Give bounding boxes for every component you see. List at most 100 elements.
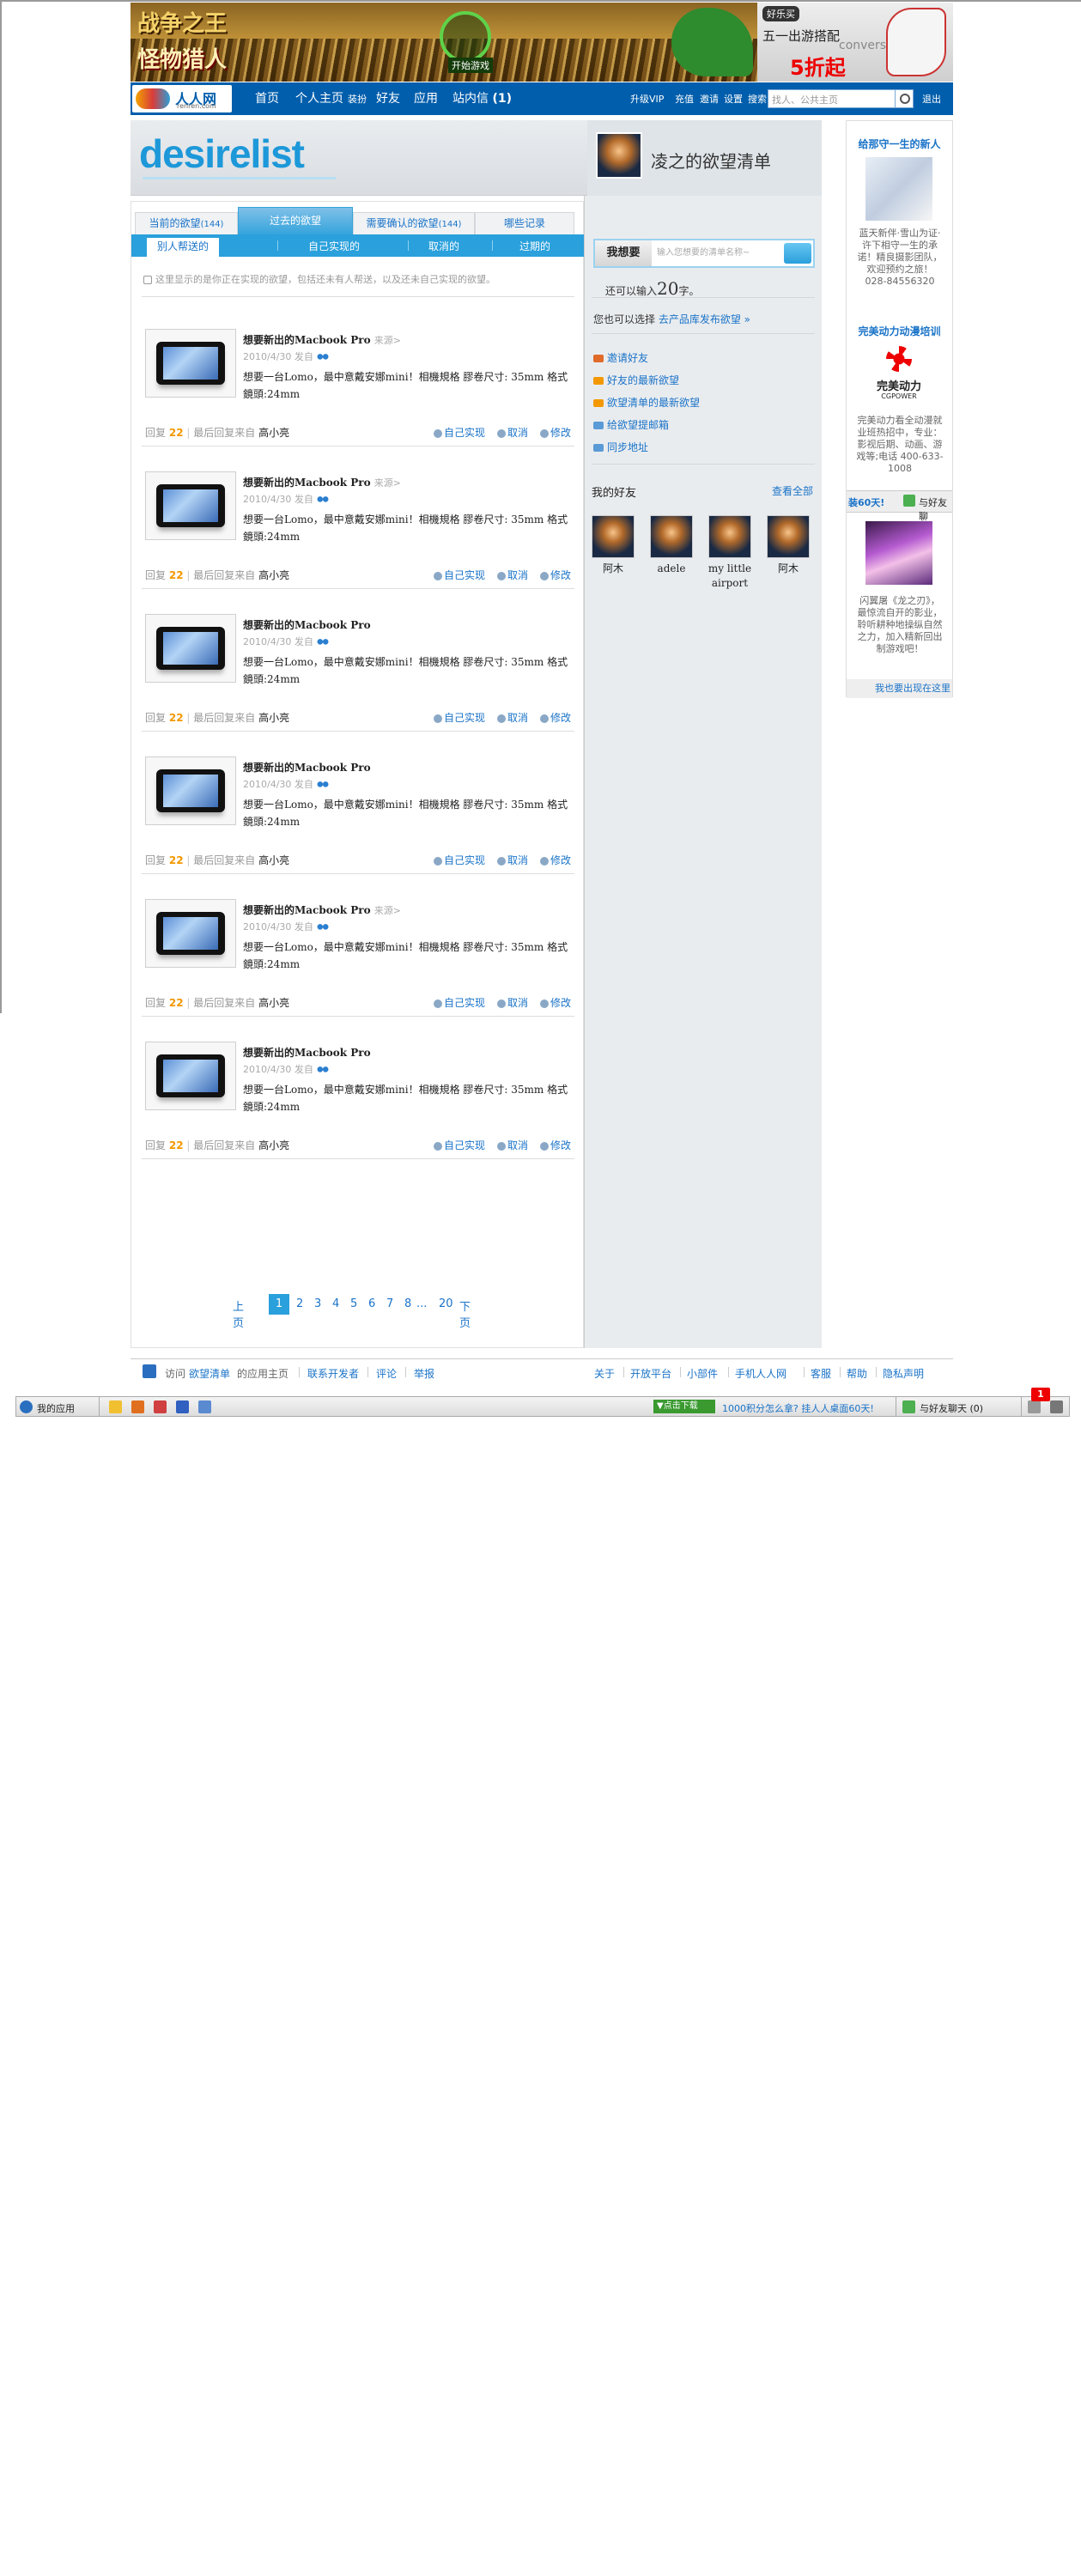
edit-button[interactable]: 修改 xyxy=(539,427,571,439)
renren-logo[interactable]: 人人网 renren.com xyxy=(132,85,232,112)
nav-search-label[interactable]: 搜索 xyxy=(748,92,767,106)
cancel-button[interactable]: 取消 xyxy=(496,1139,528,1151)
pager-page[interactable]: 7 xyxy=(386,1297,393,1310)
last-reply-user[interactable]: 高小亮 xyxy=(258,569,289,581)
footer-contact-dev[interactable]: 联系开发者 xyxy=(307,1366,359,1381)
tab-past-wishes[interactable]: 过去的欲望 xyxy=(238,207,353,234)
last-reply-user[interactable]: 高小亮 xyxy=(258,997,289,1009)
want-input[interactable]: 输入您想要的清单名称~ xyxy=(657,240,786,266)
friend-name[interactable]: 阿木 xyxy=(760,562,817,576)
reply-count[interactable]: 22 xyxy=(169,997,184,1009)
search-icon[interactable] xyxy=(895,89,914,108)
submit-want-button[interactable] xyxy=(784,243,811,264)
pager-page[interactable]: 5 xyxy=(350,1297,357,1310)
footer-help[interactable]: 帮助 xyxy=(847,1366,867,1381)
cancel-button[interactable]: 取消 xyxy=(496,854,528,866)
wish-source-link[interactable]: 来源> xyxy=(374,905,401,916)
link-latest-wishes[interactable]: 欲望清单的最新欲望 xyxy=(593,395,700,410)
wish-title[interactable]: 想要新出的Macbook Pro 来源> xyxy=(243,475,401,489)
footer-comment[interactable]: 评论 xyxy=(376,1366,397,1381)
nav-apps[interactable]: 应用 xyxy=(414,89,438,106)
pager-prev[interactable]: 上页 xyxy=(233,1297,244,1330)
footer-mobile[interactable]: 手机人人网 xyxy=(735,1366,786,1381)
search-input[interactable]: 找人、公共主页 xyxy=(768,89,896,108)
last-reply-user[interactable]: 高小亮 xyxy=(258,854,289,866)
banner-shoe-ad[interactable]: 好乐买 五一出游搭配 converse 5折起 xyxy=(757,3,953,82)
edit-button[interactable]: 修改 xyxy=(539,1139,571,1151)
wish-thumbnail[interactable] xyxy=(145,899,236,968)
wish-thumbnail[interactable] xyxy=(145,471,236,540)
pager-next[interactable]: 下页 xyxy=(459,1297,471,1330)
pager-page[interactable]: 2 xyxy=(296,1297,303,1310)
wish-title[interactable]: 想要新出的Macbook Pro 来源> xyxy=(243,332,401,347)
footer-open-platform[interactable]: 开放平台 xyxy=(630,1366,671,1381)
fulfill-self-button[interactable]: 自己实现 xyxy=(433,1139,485,1151)
nav-inbox[interactable]: 站内信 (1) xyxy=(452,89,512,106)
reply-count[interactable]: 22 xyxy=(169,1139,184,1151)
friend-name[interactable]: 阿木 xyxy=(585,562,641,576)
tab-current-wishes[interactable]: 当前的欲望(144) xyxy=(135,212,238,234)
reply-count[interactable]: 22 xyxy=(169,854,184,866)
subtab-expired[interactable]: 过期的 xyxy=(519,238,550,257)
nav-logout[interactable]: 退出 xyxy=(922,92,941,106)
wish-source-link[interactable]: 来源> xyxy=(374,335,401,346)
ad-bar-right[interactable]: 与好友聊 xyxy=(919,495,952,523)
last-reply-user[interactable]: 高小亮 xyxy=(258,712,289,724)
banner-game-ad[interactable]: 战争之王 怪物猎人 开始游戏 xyxy=(131,3,757,82)
user-status-icon[interactable] xyxy=(1050,1400,1063,1413)
friend-name[interactable]: adele xyxy=(643,562,700,576)
nav-settings[interactable]: 设置 xyxy=(724,92,743,106)
notification-icon[interactable] xyxy=(1028,1400,1041,1413)
friend-avatar[interactable] xyxy=(708,515,751,558)
last-reply-user[interactable]: 高小亮 xyxy=(258,1139,289,1151)
banner-play-label[interactable]: 开始游戏 xyxy=(448,58,493,73)
wish-source-link[interactable]: 来源> xyxy=(374,477,401,489)
wish-thumbnail[interactable] xyxy=(145,614,236,683)
friend-avatar[interactable] xyxy=(767,515,810,558)
top-banner-ad[interactable]: 战争之王 怪物猎人 开始游戏 好乐买 五一出游搭配 converse 5折起 xyxy=(131,3,953,82)
wish-title-text[interactable]: 想要新出的Macbook Pro xyxy=(243,904,371,916)
edit-button[interactable]: 修改 xyxy=(539,569,571,581)
wish-thumbnail[interactable] xyxy=(145,329,236,398)
reply-count[interactable]: 22 xyxy=(169,569,184,581)
desirelist-logo[interactable]: desirelist xyxy=(139,131,305,177)
wish-title-text[interactable]: 想要新出的Macbook Pro xyxy=(243,477,371,489)
friend-name[interactable]: my little airport xyxy=(701,562,758,591)
wish-title-text[interactable]: 想要新出的Macbook Pro xyxy=(243,1047,371,1059)
ad1-text[interactable]: 蓝天新伴·雪山为证·许下相守一生的承诺！精良摄影团队，欢迎预约之旅！ 028-8… xyxy=(855,228,944,288)
edit-button[interactable]: 修改 xyxy=(539,854,571,866)
cancel-button[interactable]: 取消 xyxy=(496,427,528,439)
ad2-image[interactable]: 完美动力 CGPOWER xyxy=(865,344,932,408)
toolbar-app-icon[interactable] xyxy=(131,1400,144,1413)
alt-link[interactable]: 去产品库发布欲望 xyxy=(659,313,741,325)
owner-avatar[interactable] xyxy=(596,132,642,179)
wish-thumbnail[interactable] xyxy=(145,756,236,825)
friend-card[interactable]: adele xyxy=(650,515,698,576)
ad3-image[interactable] xyxy=(865,521,932,585)
tab-records[interactable]: 哪些记录 xyxy=(475,212,574,234)
pager-page[interactable]: 8 xyxy=(404,1297,411,1310)
nav-home[interactable]: 首页 xyxy=(255,89,279,106)
wish-title-text[interactable]: 想要新出的Macbook Pro xyxy=(243,334,371,346)
link-sync-address[interactable]: 同步地址 xyxy=(593,440,648,454)
nav-invite[interactable]: 邀请 xyxy=(700,92,719,106)
footer-app-link[interactable]: 欲望清单 xyxy=(189,1366,230,1381)
ad1-image[interactable] xyxy=(865,157,932,221)
footer-report[interactable]: 举报 xyxy=(414,1366,434,1381)
subtab-self-fulfilled[interactable]: 自己实现的 xyxy=(308,238,360,257)
cancel-button[interactable]: 取消 xyxy=(496,997,528,1009)
fulfill-self-button[interactable]: 自己实现 xyxy=(433,854,485,866)
wish-thumbnail[interactable] xyxy=(145,1042,236,1110)
nav-upgrade-vip[interactable]: 升级VIP xyxy=(630,92,664,106)
apps-icon[interactable] xyxy=(20,1400,33,1413)
chat-icon[interactable] xyxy=(902,1400,915,1413)
footer-widgets[interactable]: 小部件 xyxy=(687,1366,718,1381)
ad2-title[interactable]: 完美动力动漫培训 xyxy=(847,324,952,338)
footer-privacy[interactable]: 隐私声明 xyxy=(883,1366,924,1381)
edit-button[interactable]: 修改 xyxy=(539,997,571,1009)
toolbar-app-icon[interactable] xyxy=(198,1400,211,1413)
friend-avatar[interactable] xyxy=(650,515,693,558)
last-reply-user[interactable]: 高小亮 xyxy=(258,427,289,439)
link-wish-email[interactable]: 给欲望提邮箱 xyxy=(593,417,669,432)
pager-page[interactable]: 6 xyxy=(368,1297,375,1310)
